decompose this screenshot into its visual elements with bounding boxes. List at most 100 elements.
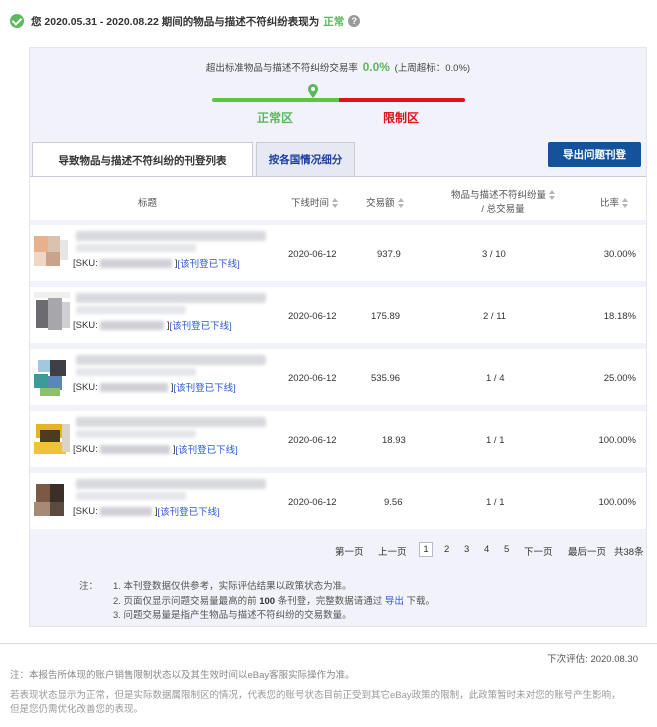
offline-date: 2020-06-12	[288, 249, 337, 260]
listing-title-redacted[interactable]	[76, 293, 266, 303]
sku-label: [SKU:	[73, 319, 98, 331]
col-dispute-count[interactable]: 物品与描述不符纠纷量 / 总交易量	[444, 187, 562, 215]
sku-redacted	[99, 506, 152, 516]
dispute-count: 1 / 4	[486, 373, 505, 384]
dispute-ratio: 25.00%	[603, 373, 636, 384]
col-amount[interactable]: 交易额	[366, 195, 404, 209]
col-total-count-label: / 总交易量	[481, 204, 525, 215]
col-amount-label: 交易额	[366, 198, 395, 209]
listing-title-redacted[interactable]	[76, 479, 266, 489]
tab-by-country[interactable]: 按各国情况细分	[256, 142, 355, 176]
listing-title-redacted[interactable]	[76, 417, 266, 427]
dispute-ratio: 18.18%	[603, 311, 636, 322]
tab-problem-listings[interactable]: 导致物品与描述不符纠纷的刊登列表	[32, 142, 253, 177]
normal-zone-label: 正常区	[257, 111, 294, 125]
pagination-first[interactable]: 第一页	[335, 544, 364, 558]
product-thumbnail[interactable]	[34, 478, 70, 522]
product-thumbnail[interactable]	[34, 416, 70, 460]
note-2-text: 2. 页面仅显示问题交易量最高的前	[113, 596, 260, 607]
limited-zone-bar	[339, 98, 465, 102]
sort-icon	[332, 198, 339, 209]
check-circle-icon	[10, 14, 24, 28]
col-title: 标题	[138, 198, 158, 209]
sku-label: [SKU:	[73, 381, 98, 393]
product-thumbnail[interactable]	[34, 230, 70, 274]
col-offline-date-label: 下线时间	[291, 198, 330, 209]
col-offline-date[interactable]: 下线时间	[291, 195, 339, 209]
listing-title-redacted	[76, 430, 196, 438]
offline-date: 2020-06-12	[288, 497, 337, 508]
pagination-page-current[interactable]: 1	[419, 542, 433, 557]
offline-date: 2020-06-12	[288, 435, 337, 446]
listing-offline-status[interactable]: [该刊登已下线]	[157, 504, 219, 518]
note-1: 1. 本刊登数据仅供参考，实际评估结果以政策状态为准。	[113, 581, 352, 592]
listing-offline-status[interactable]: [该刊登已下线]	[175, 442, 237, 456]
note-2: 2. 页面仅显示问题交易量最高的前 100 条刊登，完整数据请通过 导出 下载。	[113, 593, 435, 607]
export-link[interactable]: 导出	[385, 596, 404, 607]
pagination-prev[interactable]: 上一页	[378, 544, 407, 558]
listing-title-redacted[interactable]	[76, 355, 266, 365]
rate-summary: 超出标准物品与描述不符纠纷交易率 0.0% (上周超标：0.0%)	[30, 60, 646, 74]
pagination-next[interactable]: 下一页	[524, 544, 553, 558]
sku-label: [SKU:	[73, 443, 98, 455]
sku-line: [SKU: ] [该刊登已下线]	[73, 380, 236, 395]
col-ratio[interactable]: 比率	[600, 195, 629, 209]
dispute-ratio: 100.00%	[598, 497, 636, 508]
note-2-text: 下载。	[403, 596, 435, 607]
transaction-amount: 9.56	[384, 497, 403, 508]
note-3: 3. 问题交易量是指产生物品与描述不符纠纷的交易数量。	[113, 610, 352, 621]
footer-note: 注：本报告所体现的账户销售限制状态以及其生效时间以eBay客服实际操作为准。	[10, 670, 355, 681]
limited-zone-label: 限制区	[383, 111, 420, 125]
listing-offline-status[interactable]: [该刊登已下线]	[169, 318, 231, 332]
sku-label: [SKU:	[73, 257, 98, 269]
status-normal-label: 正常	[323, 15, 345, 28]
export-problem-listings-button[interactable]: 导出问题刊登	[548, 142, 641, 167]
product-thumbnail[interactable]	[34, 354, 70, 398]
product-thumbnail[interactable]	[34, 292, 70, 336]
listing-title-redacted	[76, 368, 196, 376]
sku-redacted	[99, 258, 172, 268]
sku-label: [SKU:	[73, 505, 98, 517]
table-header: 标题 下线时间 交易额 物品与描述不符纠纷量 / 总交易量 比率	[30, 176, 646, 220]
help-icon[interactable]: ?	[348, 15, 361, 27]
offline-date: 2020-06-12	[288, 311, 337, 322]
listing-title-redacted	[76, 306, 186, 314]
rate-label: 超出标准物品与描述不符纠纷交易率	[205, 63, 358, 74]
pagination-total: 共38条	[614, 547, 644, 558]
listing-title-redacted[interactable]	[76, 231, 266, 241]
pagination-page[interactable]: 5	[504, 544, 509, 555]
sku-line: [SKU: ] [该刊登已下线]	[73, 442, 238, 457]
pagination-page[interactable]: 4	[484, 544, 489, 555]
table-row: [SKU: ] [该刊登已下线] 2020-06-12 18.93 1 / 1 …	[30, 411, 646, 467]
pagination-page[interactable]: 3	[464, 544, 469, 555]
col-ratio-label: 比率	[600, 198, 620, 209]
table-row: [SKU: ] [该刊登已下线] 2020-06-12 175.89 2 / 1…	[30, 287, 646, 343]
sku-redacted	[99, 444, 170, 454]
listing-offline-status[interactable]: [该刊登已下线]	[177, 256, 239, 270]
header-text: 您 2020.05.31 - 2020.08.22 期间的物品与描述不符纠纷表现…	[31, 15, 320, 28]
transaction-amount: 937.9	[377, 249, 401, 260]
sku-line: [SKU: ] [该刊登已下线]	[73, 504, 220, 519]
normal-zone-bar	[212, 98, 339, 102]
dispute-count: 2 / 11	[483, 311, 507, 322]
dispute-ratio: 30.00%	[603, 249, 636, 260]
sort-icon	[549, 190, 555, 201]
pagination-last[interactable]: 最后一页	[568, 544, 606, 558]
sort-icon	[622, 198, 629, 209]
note-2-text: 条刊登，完整数据请通过	[275, 596, 385, 607]
table-row: [SKU: ] [该刊登已下线] 2020-06-12 535.96 1 / 4…	[30, 349, 646, 405]
sort-icon	[397, 198, 404, 209]
listing-title-redacted	[76, 244, 196, 252]
rate-value: 0.0%	[362, 60, 390, 74]
offline-date: 2020-06-12	[288, 373, 337, 384]
report-panel: 超出标准物品与描述不符纠纷交易率 0.0% (上周超标：0.0%) 正常区 限制…	[29, 47, 647, 627]
sku-line: [SKU: ] [该刊登已下线]	[73, 318, 232, 333]
note-2-count: 100	[259, 596, 276, 607]
table-row: [SKU: ] [该刊登已下线] 2020-06-12 9.56 1 / 1 1…	[30, 473, 646, 529]
pagination-page[interactable]: 2	[444, 544, 449, 555]
next-evaluation-date: 下次评估: 2020.08.30	[547, 654, 638, 665]
location-pin-icon	[308, 84, 318, 98]
dispute-count: 1 / 1	[486, 435, 505, 446]
listing-offline-status[interactable]: [该刊登已下线]	[173, 380, 235, 394]
dispute-count: 3 / 10	[482, 249, 506, 260]
